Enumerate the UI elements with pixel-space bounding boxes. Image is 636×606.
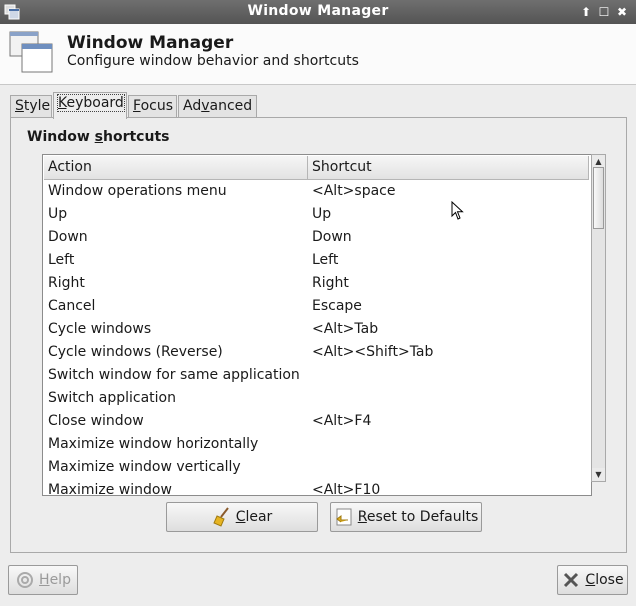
- shortcuts-list[interactable]: Action Shortcut Window operations menu <A…: [42, 154, 592, 496]
- clear-label: Clear: [235, 509, 273, 525]
- header-title: Window Manager: [67, 33, 234, 53]
- list-rows: Window operations menu <Alt>space Up Up Down…: [44, 180, 589, 496]
- action-cell: Down: [48, 229, 88, 245]
- action-cell: Maximize window: [48, 482, 172, 496]
- column-header-shortcut[interactable]: Shortcut: [308, 156, 589, 179]
- help-icon: [17, 572, 34, 588]
- section-title: Window shortcuts: [27, 129, 170, 145]
- table-row[interactable]: Maximize window vertically: [44, 456, 589, 479]
- close-icon[interactable]: ✖: [613, 2, 631, 22]
- tab-advanced[interactable]: Advanced: [178, 95, 257, 117]
- column-header-action[interactable]: Action: [44, 156, 308, 179]
- shortcut-cell: Escape: [312, 298, 362, 314]
- close-x-icon: [564, 572, 579, 588]
- help-button[interactable]: Help: [8, 565, 78, 595]
- table-row[interactable]: Cancel Escape: [44, 295, 589, 318]
- mouse-cursor-icon: [451, 201, 464, 220]
- scroll-thumb[interactable]: [593, 167, 604, 229]
- table-row[interactable]: Cycle windows <Alt>Tab: [44, 318, 589, 341]
- table-row[interactable]: Maximize window horizontally: [44, 433, 589, 456]
- action-cell: Up: [48, 206, 68, 222]
- table-row[interactable]: Window operations menu <Alt>space: [44, 180, 589, 203]
- close-label: Close: [585, 572, 624, 588]
- tab-label: Style: [15, 98, 51, 114]
- table-row[interactable]: Cycle windows (Reverse) <Alt><Shift>Tab: [44, 341, 589, 364]
- table-row[interactable]: Close window <Alt>F4: [44, 410, 589, 433]
- action-cell: Right: [48, 275, 85, 291]
- up-arrow-icon[interactable]: ⬆: [577, 2, 595, 22]
- table-row[interactable]: Switch application: [44, 387, 589, 410]
- tab-focus[interactable]: Focus: [128, 95, 177, 117]
- tab-keyboard[interactable]: Keyboard: [53, 92, 127, 119]
- vertical-scrollbar[interactable]: ▲ ▼: [591, 154, 606, 482]
- shortcut-cell: Right: [312, 275, 349, 291]
- scroll-down-icon[interactable]: ▼: [592, 468, 605, 481]
- maximize-icon[interactable]: ☐: [595, 2, 613, 22]
- table-row[interactable]: Maximize window <Alt>F10: [44, 479, 589, 496]
- shortcut-cell: <Alt>F10: [312, 482, 381, 496]
- table-row[interactable]: Down Down: [44, 226, 589, 249]
- action-cell: Cycle windows: [48, 321, 152, 337]
- title-bar: Window Manager ⬆ ☐ ✖: [0, 0, 636, 24]
- tab-label: Focus: [133, 98, 173, 114]
- action-cell: Maximize window horizontally: [48, 436, 259, 452]
- help-label: Help: [39, 572, 71, 588]
- action-cell: Switch window for same application: [48, 367, 300, 383]
- tab-label: Advanced: [183, 98, 253, 114]
- action-cell: Cycle windows (Reverse): [48, 344, 223, 360]
- window-title: Window Manager: [247, 3, 389, 19]
- undo-icon: [335, 508, 352, 526]
- action-cell: Maximize window vertically: [48, 459, 241, 475]
- action-cell: Left: [48, 252, 75, 268]
- tab-label: Keyboard: [57, 94, 125, 112]
- shortcut-cell: <Alt>space: [312, 183, 396, 199]
- reset-to-defaults-button[interactable]: Reset to Defaults: [330, 502, 482, 532]
- shortcut-cell: Left: [312, 252, 339, 268]
- dialog-header: Window Manager Configure window behavior…: [0, 24, 636, 85]
- close-button[interactable]: Close: [557, 565, 628, 595]
- broom-icon: [213, 507, 229, 527]
- action-cell: Cancel: [48, 298, 96, 314]
- header-subtitle: Configure window behavior and shortcuts: [67, 53, 359, 69]
- tab-style[interactable]: Style: [10, 95, 52, 117]
- shortcut-cell: Up: [312, 206, 332, 222]
- table-row[interactable]: Right Right: [44, 272, 589, 295]
- shortcut-cell: <Alt>Tab: [312, 321, 379, 337]
- action-cell: Close window: [48, 413, 144, 429]
- action-cell: Switch application: [48, 390, 176, 406]
- table-row[interactable]: Up Up: [44, 203, 589, 226]
- list-header: Action Shortcut: [44, 156, 589, 180]
- clear-button[interactable]: Clear: [166, 502, 318, 532]
- shortcut-cell: Down: [312, 229, 352, 245]
- window-manager-icon: [9, 31, 53, 73]
- table-row[interactable]: Left Left: [44, 249, 589, 272]
- table-row[interactable]: Switch window for same application: [44, 364, 589, 387]
- reset-label: Reset to Defaults: [357, 509, 479, 525]
- shortcut-cell: <Alt><Shift>Tab: [312, 344, 434, 360]
- shortcut-cell: <Alt>F4: [312, 413, 372, 429]
- action-cell: Window operations menu: [48, 183, 227, 199]
